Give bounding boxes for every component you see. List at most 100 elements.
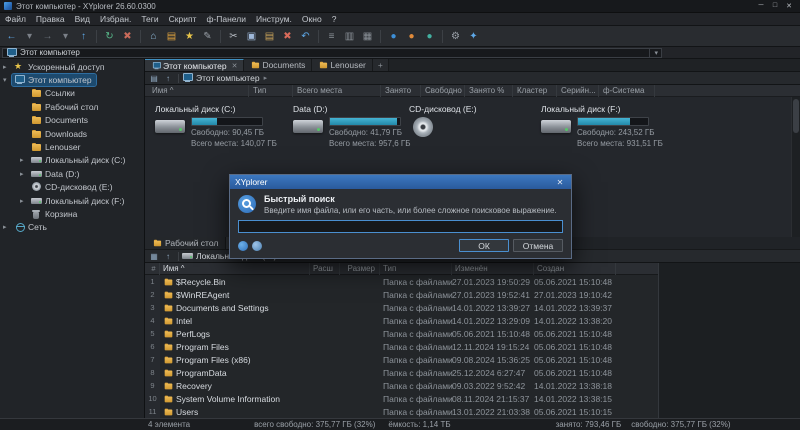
address-combobox[interactable]: Этот компьютер ▾ xyxy=(2,47,662,58)
tab-documents[interactable]: Documents xyxy=(244,59,313,71)
refresh-icon[interactable]: ↻ xyxy=(101,28,118,45)
menu-item[interactable]: Вид xyxy=(70,14,95,24)
column-header-created[interactable]: Создан xyxy=(534,262,616,275)
close-button[interactable]: ✕ xyxy=(782,2,796,10)
cut-icon[interactable]: ✂ xyxy=(225,28,242,45)
expander-icon[interactable]: ▾ xyxy=(3,76,12,84)
grid-view-icon[interactable]: ▦ xyxy=(147,252,161,261)
column-header[interactable]: Всего места xyxy=(293,84,381,97)
sidebar-item-documents[interactable]: Documents xyxy=(0,114,144,127)
column-header[interactable]: Занято % xyxy=(465,84,513,97)
sidebar-item-drive-f[interactable]: ▸ Локальный диск (F:) xyxy=(0,194,144,207)
toolbar-separator[interactable] xyxy=(442,29,443,43)
column-header[interactable]: Серийн... xyxy=(557,84,599,97)
menu-item[interactable]: ф-Панели xyxy=(201,14,251,24)
toolbar-separator[interactable] xyxy=(220,29,221,43)
sidebar-item-downloads[interactable]: Downloads xyxy=(0,127,144,140)
forward-dropdown-icon[interactable]: ▾ xyxy=(57,28,74,45)
up-icon[interactable]: ↑ xyxy=(161,74,175,83)
menu-item[interactable]: Избран. xyxy=(95,14,136,24)
paste-icon[interactable]: ▤ xyxy=(261,28,278,45)
column-header-ext[interactable]: Расш xyxy=(310,262,340,275)
sidebar-item-drive-d[interactable]: ▸ Data (D:) xyxy=(0,167,144,180)
table-row[interactable]: 10 System Volume Information Папка с фай… xyxy=(145,392,658,405)
forward-icon[interactable]: → xyxy=(39,28,56,45)
table-row[interactable]: 6 Program Files Папка с файлами 12.11.20… xyxy=(145,340,658,353)
btab-desktop[interactable]: Рабочий стол xyxy=(145,237,227,249)
expander-icon[interactable]: ▸ xyxy=(3,63,12,71)
maximize-button[interactable]: □ xyxy=(768,2,782,10)
table-row[interactable]: 2 $WinREAgent Папка с файлами 27.01.2023… xyxy=(145,288,658,301)
panel-toggle-icon[interactable]: ▤ xyxy=(147,74,161,83)
table-row[interactable]: 3 Documents and Settings Папка с файлами… xyxy=(145,301,658,314)
column-header[interactable]: Кластер xyxy=(513,84,557,97)
sphere-teal-icon[interactable]: ● xyxy=(421,28,438,45)
menu-item[interactable]: Файл xyxy=(0,14,31,24)
dual-pane-icon[interactable]: ▥ xyxy=(341,28,358,45)
back-dropdown-icon[interactable]: ▾ xyxy=(21,28,38,45)
flat-view-icon[interactable]: ▦ xyxy=(359,28,376,45)
cancel-button[interactable]: Отмена xyxy=(513,239,563,252)
toolbar-separator[interactable] xyxy=(140,29,141,43)
tab-close-icon[interactable]: ✕ xyxy=(232,62,238,70)
column-header-name[interactable]: Имя ^ xyxy=(160,262,310,275)
drive-tile-c[interactable]: Локальный диск (C:) Свободно: 90,45 ГБ В… xyxy=(155,104,283,148)
expander-icon[interactable]: ▸ xyxy=(3,223,12,231)
menu-item[interactable]: Окно xyxy=(297,14,327,24)
sidebar-item-lenouser[interactable]: Lenouser xyxy=(0,140,144,153)
search-option-icon-2[interactable] xyxy=(252,240,262,251)
sphere-blue-icon[interactable]: ● xyxy=(385,28,402,45)
sidebar-item-this-pc[interactable]: ▾ Этот компьютер xyxy=(0,73,144,88)
delete-icon[interactable]: ✖ xyxy=(279,28,296,45)
dialog-title-bar[interactable]: XYplorer ✕ xyxy=(230,175,571,189)
home-icon[interactable]: ⌂ xyxy=(145,28,162,45)
settings-icon[interactable]: ⚙ xyxy=(447,28,464,45)
stop-icon[interactable]: ✖ xyxy=(119,28,136,45)
tab-this-pc[interactable]: Этот компьютер ✕ xyxy=(145,59,245,71)
sidebar-item-quick-access[interactable]: ▸ Ускоренный доступ xyxy=(0,60,144,73)
sidebar-item-network[interactable]: ▸ Сеть xyxy=(0,221,144,234)
chevron-right-icon[interactable]: ▸ xyxy=(264,74,268,82)
address-dropdown-icon[interactable]: ▾ xyxy=(649,48,658,57)
menu-item[interactable]: Инструм. xyxy=(251,14,297,24)
table-row[interactable]: 5 PerfLogs Папка с файлами 05.06.2021 15… xyxy=(145,327,658,340)
toolbar-separator[interactable] xyxy=(380,29,381,43)
up-icon[interactable]: ↑ xyxy=(161,252,175,261)
sidebar-item-drive-c[interactable]: ▸ Локальный диск (C:) xyxy=(0,154,144,167)
table-row[interactable]: 8 ProgramData Папка с файлами 25.12.2024… xyxy=(145,366,658,379)
toolbar-separator[interactable] xyxy=(318,29,319,43)
sidebar-item-links[interactable]: Ссылки xyxy=(0,87,144,100)
column-header[interactable]: ф-Система xyxy=(599,84,655,97)
column-header-modified[interactable]: Изменён xyxy=(452,262,534,275)
column-header[interactable]: Имя ^ xyxy=(145,84,249,97)
sidebar-item-drive-e[interactable]: CD-дисковод (E:) xyxy=(0,181,144,194)
sidebar-item-recycle-bin[interactable]: Корзина xyxy=(0,207,144,220)
new-folder-icon[interactable]: ▤ xyxy=(163,28,180,45)
up-icon[interactable]: ↑ xyxy=(75,28,92,45)
tools-icon[interactable]: ✦ xyxy=(465,28,482,45)
drive-tile-d[interactable]: Data (D:) Свободно: 41,79 ГБ Всего места… xyxy=(293,104,410,148)
copy-icon[interactable]: ▣ xyxy=(243,28,260,45)
column-header-size[interactable]: Размер xyxy=(340,262,380,275)
table-row[interactable]: 9 Recovery Папка с файлами 09.03.2022 9:… xyxy=(145,379,658,392)
toolbar-separator[interactable] xyxy=(96,29,97,43)
ok-button[interactable]: ОК xyxy=(459,239,509,252)
menu-item[interactable]: Скрипт xyxy=(164,14,202,24)
favorites-icon[interactable]: ★ xyxy=(181,28,198,45)
vertical-scrollbar[interactable] xyxy=(791,97,800,237)
drive-tile-f[interactable]: Локальный диск (F:) Свободно: 243,52 ГБ … xyxy=(541,104,673,148)
quick-search-input[interactable] xyxy=(238,220,563,233)
column-header[interactable]: Тип xyxy=(249,84,293,97)
tab-lenouser[interactable]: Lenouser xyxy=(312,59,373,71)
undo-icon[interactable]: ↶ xyxy=(297,28,314,45)
drive-tile-e[interactable]: CD-дисковод (E:) xyxy=(409,104,531,148)
menu-item[interactable]: Правка xyxy=(31,14,70,24)
menu-item[interactable]: Теги xyxy=(136,14,163,24)
table-row[interactable]: 7 Program Files (x86) Папка с файлами 09… xyxy=(145,353,658,366)
column-header-type[interactable]: Тип xyxy=(380,262,452,275)
breadcrumb[interactable]: Этот компьютер xyxy=(182,73,260,83)
column-header[interactable]: Занято xyxy=(381,84,421,97)
menu-item[interactable]: ? xyxy=(327,14,342,24)
table-row[interactable]: 11 Users Папка с файлами 13.01.2022 21:0… xyxy=(145,405,658,418)
back-icon[interactable]: ← xyxy=(3,28,20,45)
